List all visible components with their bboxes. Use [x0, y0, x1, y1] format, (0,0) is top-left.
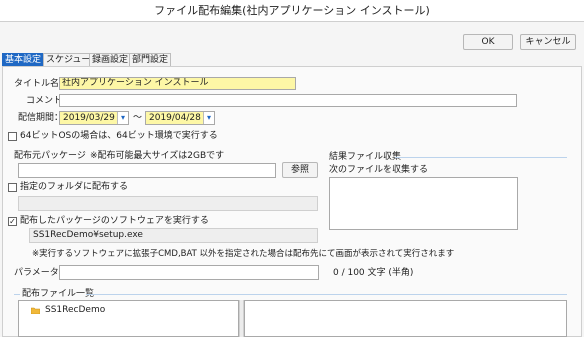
source-label: 配布元パッケージ [14, 151, 86, 161]
title-input[interactable]: 社内アプリケーション インストール [59, 77, 296, 90]
folder-input[interactable] [18, 196, 318, 211]
result-files-textarea[interactable] [329, 177, 518, 230]
run-checkbox[interactable]: ✓ [8, 217, 17, 226]
tab-basic-settings[interactable]: 基本設定 [2, 53, 45, 67]
period-end-picker[interactable]: 2019/04/28 ▾ [145, 111, 215, 125]
param-counter: 0 / 100 文字 (半角) [333, 268, 414, 278]
run-label: 配布したパッケージのソフトウェアを実行する [20, 216, 209, 226]
window-title: ファイル配布編集(社内アプリケーション インストール) [0, 0, 584, 22]
run-note: ※実行するソフトウェアに拡張子CMD,BAT 以外を指定された場合は配布先にて画… [32, 249, 455, 259]
file-list-title: 配布ファイル一覧 [22, 289, 95, 299]
cancel-button[interactable]: キャンセル [520, 34, 576, 50]
file-list-divider [86, 294, 567, 295]
file-list-divider-left [14, 294, 20, 295]
x64-label: 64ビットOSの場合は、64ビット環境で実行する [20, 131, 218, 141]
period-start-value: 2019/03/29 [63, 113, 115, 123]
folder-checkbox[interactable] [8, 183, 17, 192]
period-label: 配信期間： [18, 113, 64, 123]
tab-department-settings[interactable]: 部門設定 [129, 53, 172, 67]
folder-label: 指定のフォルダに配布する [20, 182, 129, 192]
tree-item[interactable]: SS1RecDemo [45, 304, 105, 316]
file-detail-list[interactable] [244, 300, 567, 337]
period-end-value: 2019/04/28 [149, 113, 201, 123]
source-note: ※配布可能最大サイズは2GBです [90, 151, 225, 161]
comment-input[interactable] [59, 94, 517, 107]
folder-icon [30, 306, 41, 315]
result-sub-label: 次のファイルを収集する [329, 165, 429, 175]
tab-recording-settings[interactable]: 録画設定 [89, 53, 132, 67]
ok-button[interactable]: OK [463, 34, 513, 50]
result-group-title: 結果ファイル収集 [329, 152, 402, 162]
period-tilde: ～ [133, 113, 143, 123]
param-input[interactable] [59, 265, 319, 280]
result-group-divider [395, 157, 567, 158]
chevron-down-icon[interactable]: ▾ [117, 112, 128, 124]
period-start-picker[interactable]: 2019/03/29 ▾ [59, 111, 129, 125]
folder-tree[interactable]: SS1RecDemo [18, 300, 239, 337]
source-input[interactable] [18, 163, 276, 178]
x64-checkbox[interactable] [8, 132, 17, 141]
run-path-input[interactable]: SS1RecDemo¥setup.exe [29, 228, 318, 243]
browse-button[interactable]: 参照 [282, 162, 318, 178]
chevron-down-icon[interactable]: ▾ [203, 112, 214, 124]
